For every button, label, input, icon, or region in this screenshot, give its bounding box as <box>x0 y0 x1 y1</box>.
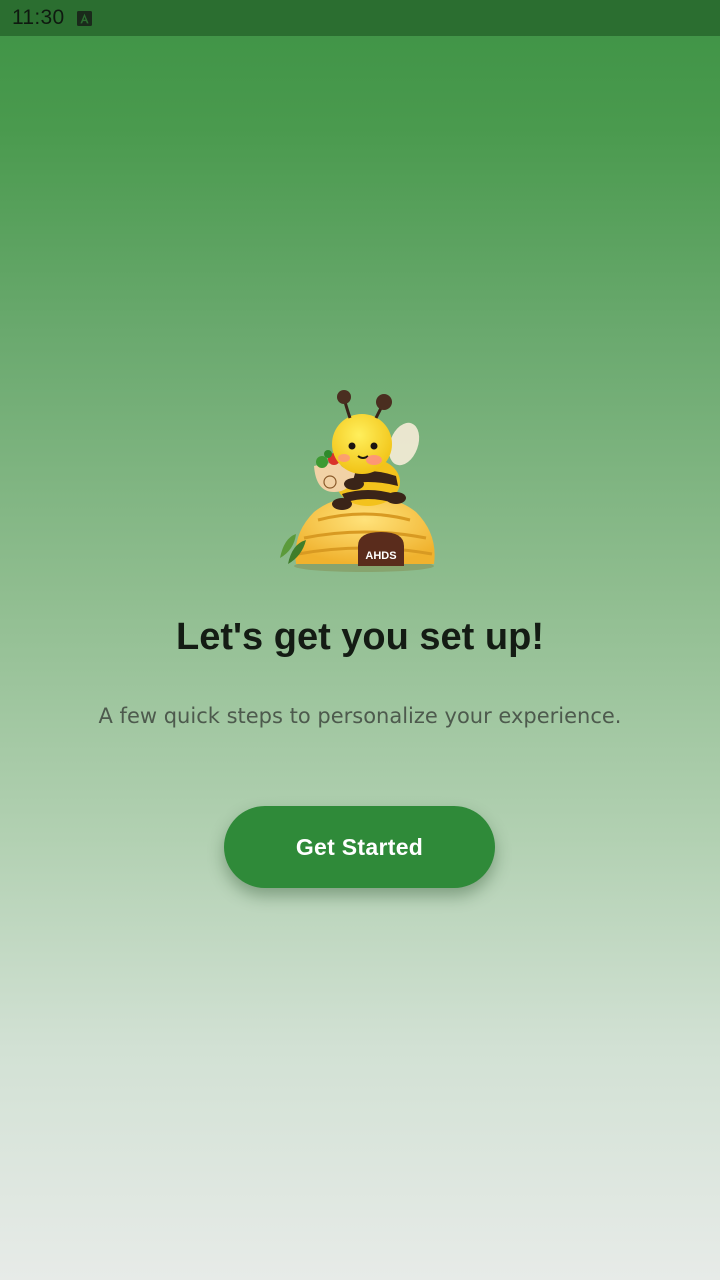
get-started-button[interactable]: Get Started <box>224 806 495 888</box>
status-time: 11:30 <box>12 6 65 29</box>
a-letter-icon <box>76 10 92 26</box>
status-bar: 11:30 <box>0 0 720 36</box>
bee-mascot-illustration: AHDS <box>270 388 450 574</box>
page-subtitle: A few quick steps to personalize your ex… <box>98 704 622 728</box>
svg-text:AHDS: AHDS <box>365 550 396 562</box>
page-title: Let's get you set up! <box>176 616 544 658</box>
